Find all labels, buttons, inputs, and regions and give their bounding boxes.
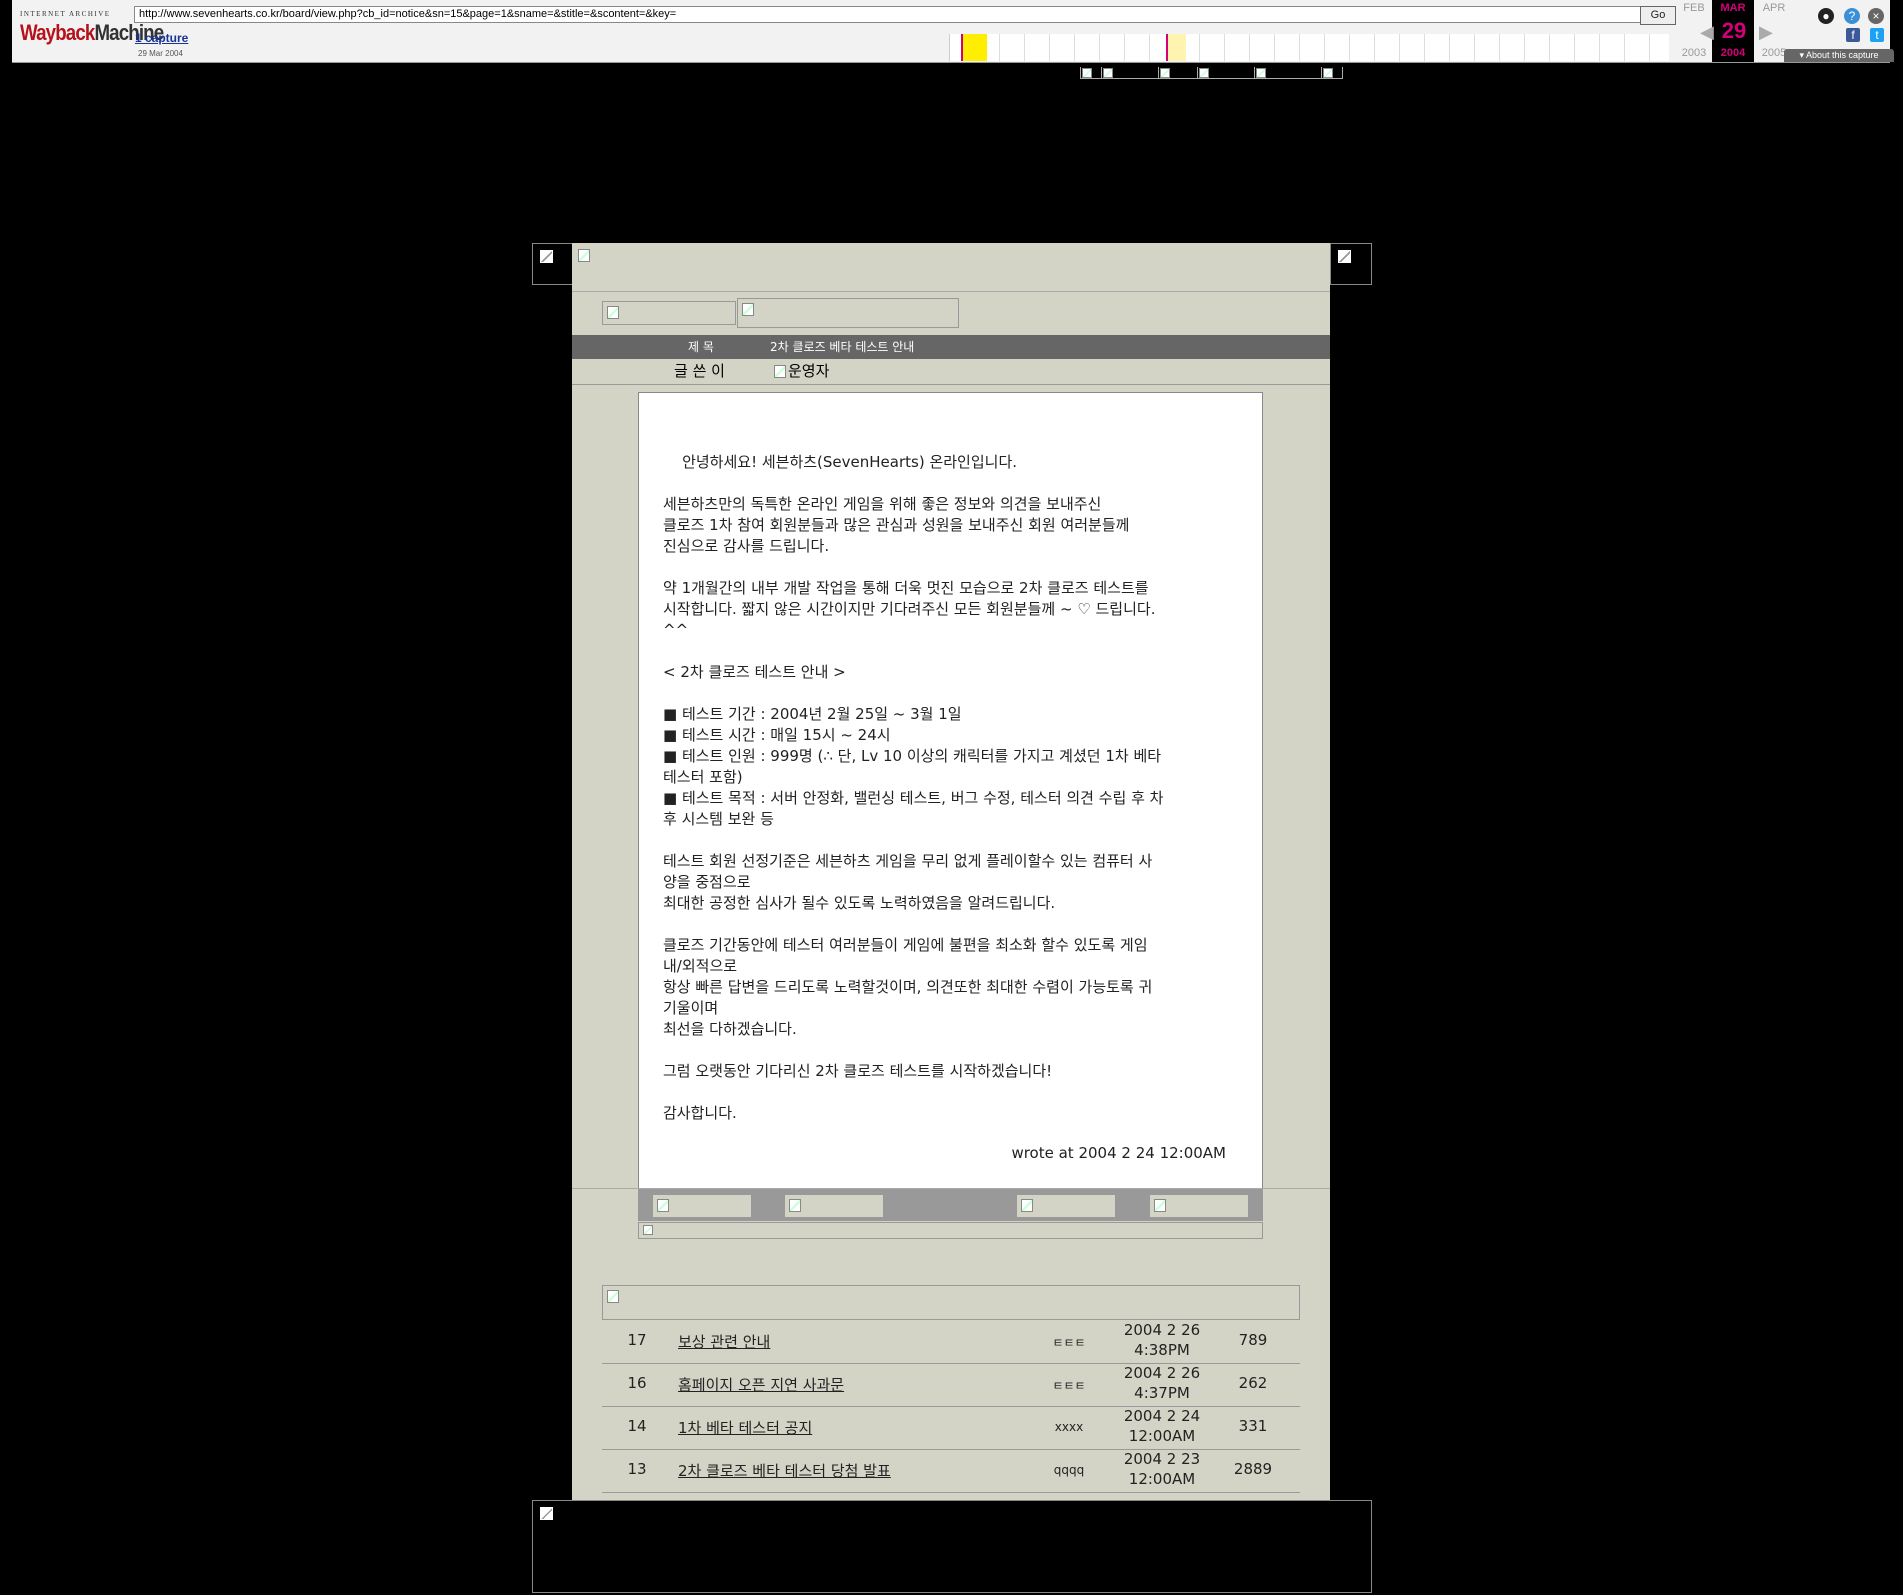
- post-actions: [638, 1189, 1263, 1221]
- top-nav-item-2[interactable]: [1101, 67, 1159, 79]
- url-input[interactable]: http://www.sevenhearts.co.kr/board/view.…: [134, 6, 1642, 23]
- list-row[interactable]: 13 2차 클로즈 베타 테스터 당첨 발표 qqqq 2004 2 23 12:…: [602, 1449, 1300, 1493]
- help-icon[interactable]: ?: [1844, 8, 1860, 24]
- title-label: 제 목: [688, 340, 714, 354]
- top-nav-item-6[interactable]: [1321, 67, 1343, 79]
- post-wrote-date: wrote at 2004 2 24 12:00AM: [1011, 1144, 1226, 1162]
- facebook-icon[interactable]: f: [1846, 28, 1860, 42]
- broken-image-icon: [1199, 68, 1209, 78]
- post-footer-bar: [638, 1222, 1263, 1239]
- right-corner-image: [1330, 243, 1372, 285]
- delete-button[interactable]: [1149, 1194, 1249, 1218]
- post-title: 2차 클로즈 베타 테스트 안내: [770, 340, 915, 354]
- row-number: 13: [627, 1460, 647, 1478]
- post-body-text: 안녕하세요! 세븐하츠(SevenHearts) 온라인입니다. 세븐하츠만의 …: [663, 453, 1164, 1122]
- row-author: qqqq: [1053, 1463, 1085, 1477]
- broken-image-icon: [789, 1199, 801, 1212]
- post-author-bar: 글 쓴 이 운영자: [572, 359, 1330, 385]
- current-month-label: MAR: [1720, 2, 1746, 14]
- broken-image-icon: [1154, 1199, 1166, 1212]
- broken-image-icon: [1338, 250, 1351, 263]
- row-number: 14: [627, 1417, 647, 1435]
- list-row[interactable]: 17 보상 관련 안내 ㅌㅌㅌ 2004 2 26 4:38PM 789: [602, 1320, 1300, 1364]
- top-nav-item-4[interactable]: [1197, 67, 1255, 79]
- go-button[interactable]: Go: [1640, 6, 1676, 25]
- board-tab-1[interactable]: [602, 301, 736, 325]
- captures-link[interactable]: 1 capture: [135, 31, 188, 45]
- row-subject-link[interactable]: 1차 베타 테스터 공지: [678, 1417, 812, 1438]
- row-hits: 2889: [1233, 1460, 1273, 1478]
- sparkline-highlight-2003: [961, 34, 987, 61]
- user-icon[interactable]: ●: [1818, 8, 1834, 24]
- board-header-image: [578, 249, 590, 262]
- row-subject-link[interactable]: 보상 관련 안내: [678, 1331, 770, 1352]
- prev-capture-arrow-icon[interactable]: ◀: [1700, 22, 1714, 43]
- row-hits: 789: [1238, 1331, 1268, 1349]
- list-row[interactable]: 14 1차 베타 테스터 공지 xxxx 2004 2 24 12:00AM 33…: [602, 1406, 1300, 1450]
- author-icon: [774, 365, 786, 378]
- row-date: 2004 2 23 12:00AM: [1123, 1450, 1201, 1488]
- board-tab-2[interactable]: [737, 298, 959, 328]
- row-hits: 262: [1238, 1374, 1268, 1392]
- top-nav-item-3[interactable]: [1158, 67, 1198, 79]
- close-icon[interactable]: ×: [1868, 8, 1884, 24]
- left-corner-image: [532, 243, 574, 285]
- top-nav-item-1[interactable]: [1080, 67, 1102, 79]
- broken-image-icon: [643, 1225, 653, 1235]
- row-number: 17: [627, 1331, 647, 1349]
- broken-image-icon: [1323, 68, 1333, 78]
- row-subject-link[interactable]: 홈페이지 오픈 지연 사과문: [678, 1374, 844, 1395]
- top-nav-item-5[interactable]: [1254, 67, 1322, 79]
- broken-image-icon: [607, 306, 619, 319]
- post-title-bar: 제 목 2차 클로즈 베타 테스트 안내: [572, 335, 1330, 359]
- list-button[interactable]: [652, 1194, 752, 1218]
- broken-image-icon: [1160, 68, 1170, 78]
- broken-image-icon: [1103, 68, 1113, 78]
- list-header: [602, 1285, 1300, 1320]
- divider: [572, 291, 1330, 292]
- broken-image-icon: [742, 303, 754, 316]
- edit-button[interactable]: [1016, 1194, 1116, 1218]
- wayback-toolbar: INTERNET ARCHIVE WaybackMachine http://w…: [12, 0, 1894, 63]
- row-number: 16: [627, 1374, 647, 1392]
- list-row[interactable]: 16 홈페이지 오픈 지연 사과문 ㅌㅌㅌ 2004 2 26 4:37PM 26…: [602, 1363, 1300, 1407]
- row-author: ㅌㅌㅌ: [1052, 1336, 1086, 1350]
- row-author: ㅌㅌㅌ: [1052, 1379, 1086, 1393]
- prev-year-label[interactable]: 2003: [1674, 47, 1714, 59]
- row-date: 2004 2 26 4:37PM: [1123, 1364, 1201, 1402]
- capture-date: 29 Mar 2004: [138, 49, 183, 58]
- broken-image-icon: [540, 1507, 553, 1520]
- twitter-icon[interactable]: t: [1870, 28, 1884, 42]
- broken-image-icon: [1021, 1199, 1033, 1212]
- row-date: 2004 2 24 12:00AM: [1123, 1407, 1201, 1445]
- current-day-label: 29: [1721, 18, 1747, 43]
- about-capture-button[interactable]: ▾ About this capture: [1784, 49, 1894, 62]
- broken-image-icon: [607, 1290, 619, 1303]
- row-date: 2004 2 26 4:38PM: [1123, 1321, 1201, 1359]
- author-label: 글 쓴 이: [674, 362, 725, 380]
- broken-image-icon: [1256, 68, 1266, 78]
- broken-image-icon: [657, 1199, 669, 1212]
- next-capture-arrow-icon[interactable]: ▶: [1759, 22, 1773, 43]
- broken-image-icon: [540, 250, 553, 263]
- current-year-label: 2004: [1720, 47, 1746, 59]
- row-subject-link[interactable]: 2차 클로즈 베타 테스터 당첨 발표: [678, 1460, 891, 1481]
- capture-sparkline[interactable]: [949, 34, 1669, 61]
- internet-archive-label: INTERNET ARCHIVE: [20, 10, 111, 18]
- row-author: xxxx: [1054, 1420, 1084, 1434]
- post-body: 안녕하세요! 세븐하츠(SevenHearts) 온라인입니다. 세븐하츠만의 …: [638, 392, 1263, 1189]
- row-hits: 331: [1238, 1417, 1268, 1435]
- footer-image: [532, 1500, 1372, 1593]
- post-author[interactable]: 운영자: [788, 359, 829, 384]
- broken-image-icon: [1082, 68, 1092, 78]
- next-month-label[interactable]: APR: [1754, 2, 1794, 14]
- board-panel: 제 목 2차 클로즈 베타 테스트 안내 글 쓴 이 운영자 안녕하세요! 세븐…: [572, 243, 1330, 1500]
- sparkline-highlight-2004: [1166, 34, 1186, 61]
- reply-button[interactable]: [784, 1194, 884, 1218]
- prev-month-label[interactable]: FEB: [1674, 2, 1714, 14]
